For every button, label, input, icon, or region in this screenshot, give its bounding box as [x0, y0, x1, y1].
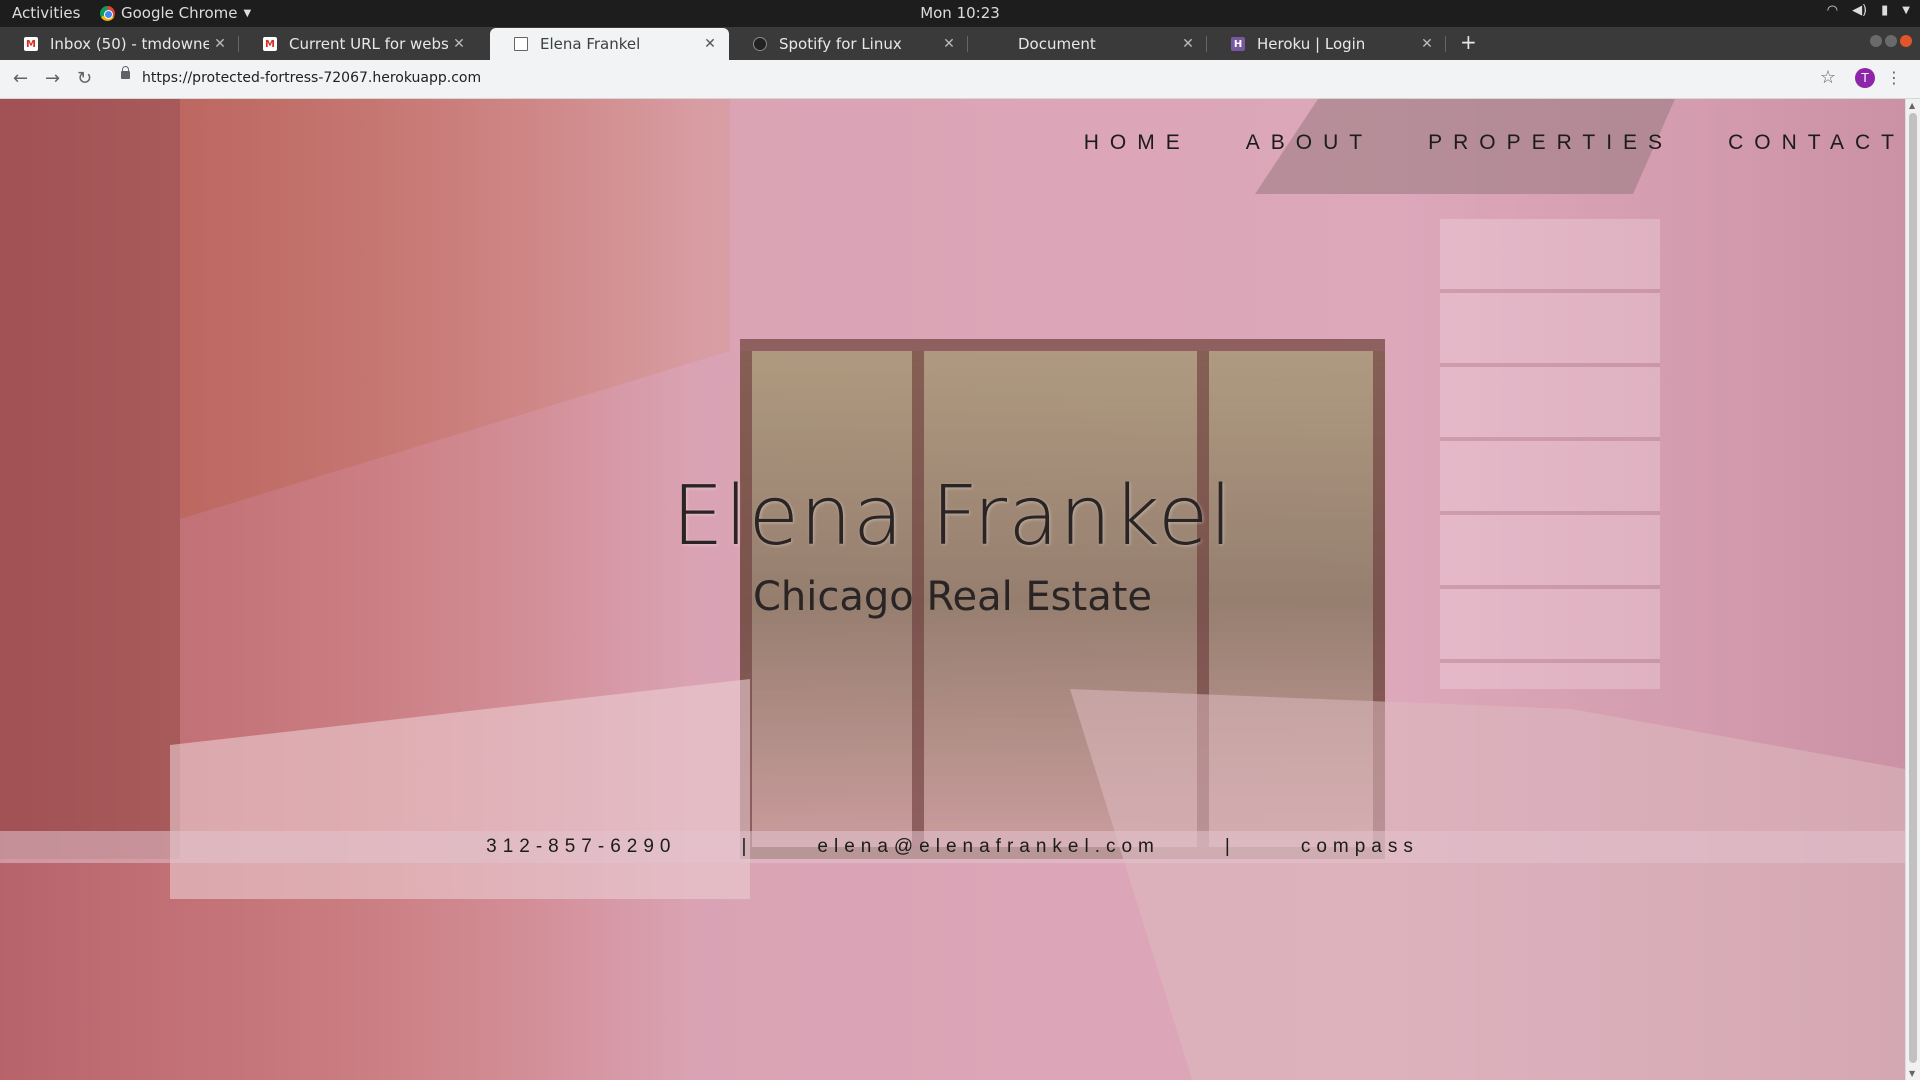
chrome-icon — [100, 5, 115, 21]
system-tray[interactable]: ◠ ◀) ▮ ▼ — [1827, 3, 1910, 18]
app-menu[interactable]: Google Chrome ▼ — [100, 4, 251, 22]
separator: | — [741, 836, 753, 857]
gmail-icon: M — [263, 37, 277, 51]
tab-current-url[interactable]: M Current URL for website - ✕ — [239, 28, 478, 60]
back-arrow-icon[interactable]: ← — [13, 68, 28, 89]
volume-icon: ◀) — [1852, 3, 1868, 18]
tab-title: Spotify for Linux — [779, 35, 902, 53]
wifi-icon: ◠ — [1826, 3, 1839, 18]
spotify-icon — [753, 37, 767, 51]
app-menu-label: Google Chrome — [121, 4, 238, 22]
background-counter-right — [1070, 689, 1905, 1080]
contact-bar: 312-857-6290 | elena@elenafrankel.com | … — [0, 831, 1905, 863]
clock[interactable]: Mon 10:23 — [0, 4, 1920, 22]
close-window-button[interactable] — [1900, 35, 1912, 47]
scrollbar-thumb[interactable] — [1909, 113, 1917, 1063]
caret-down-icon: ▼ — [1902, 5, 1910, 16]
close-icon[interactable]: ✕ — [938, 36, 960, 52]
tab-elena-frankel[interactable]: Elena Frankel ✕ — [490, 28, 729, 60]
tab-title: Heroku | Login — [1257, 35, 1366, 53]
tab-heroku[interactable]: H Heroku | Login ✕ — [1207, 28, 1446, 60]
scroll-up-icon[interactable]: ▲ — [1909, 101, 1915, 110]
tab-spotify[interactable]: Spotify for Linux ✕ — [729, 28, 968, 60]
caret-down-icon: ▼ — [243, 7, 252, 19]
separator: | — [1224, 836, 1236, 857]
tab-title: Current URL for website - — [289, 35, 448, 53]
close-icon[interactable]: ✕ — [1416, 36, 1438, 52]
gmail-icon: M — [24, 37, 38, 51]
email-link[interactable]: elena@elenafrankel.com — [817, 836, 1159, 858]
tab-title: Inbox (50) - tmdownes1@ — [50, 35, 209, 53]
background-upper-cabinets — [180, 99, 730, 519]
phone-number[interactable]: 312-857-6290 — [486, 836, 676, 858]
maximize-button[interactable] — [1885, 35, 1897, 47]
page-viewport: HOME ABOUT PROPERTIES CONTACT Elena Fran… — [0, 99, 1905, 1080]
page-scrollbar[interactable]: ▲ ▼ — [1905, 99, 1920, 1080]
profile-avatar[interactable]: T — [1855, 68, 1875, 88]
bookmark-star-icon[interactable]: ☆ — [1820, 67, 1836, 88]
close-icon[interactable]: ✕ — [448, 36, 470, 52]
lock-icon[interactable] — [121, 66, 130, 79]
tab-divider — [1445, 36, 1446, 52]
hero-subtitle: Chicago Real Estate — [752, 574, 1153, 620]
tab-inbox[interactable]: M Inbox (50) - tmdownes1@ ✕ — [0, 28, 239, 60]
tab-title: Elena Frankel — [540, 35, 641, 53]
scroll-down-icon[interactable]: ▼ — [1909, 1069, 1915, 1078]
document-icon — [514, 37, 528, 51]
tab-document[interactable]: Document ✕ — [968, 28, 1207, 60]
blank-document-icon — [992, 37, 1006, 51]
background-counter-left — [170, 679, 750, 899]
browser-toolbar: ← → ↻ https://protected-fortress-72067.h… — [0, 60, 1920, 99]
nav-contact[interactable]: CONTACT — [1728, 131, 1905, 155]
nav-home[interactable]: HOME — [1084, 131, 1191, 155]
company-link[interactable]: compass — [1301, 836, 1419, 858]
heroku-icon: H — [1231, 37, 1245, 51]
system-top-bar: Activities Google Chrome ▼ Mon 10:23 ◠ ◀… — [0, 0, 1920, 27]
battery-icon: ▮ — [1881, 3, 1889, 18]
nav-about[interactable]: ABOUT — [1246, 131, 1373, 155]
forward-arrow-icon[interactable]: → — [45, 68, 60, 89]
reload-icon[interactable]: ↻ — [77, 68, 92, 89]
window-controls — [1870, 35, 1912, 47]
close-icon[interactable]: ✕ — [699, 36, 721, 52]
address-bar[interactable]: https://protected-fortress-72067.herokua… — [142, 70, 481, 86]
menu-kebab-icon[interactable]: ⋮ — [1886, 68, 1902, 87]
main-nav: HOME ABOUT PROPERTIES CONTACT — [1084, 131, 1905, 155]
tab-strip: M Inbox (50) - tmdownes1@ ✕ M Current UR… — [0, 27, 1920, 60]
hero-title: Elena Frankel — [671, 469, 1234, 564]
new-tab-button[interactable]: + — [1460, 30, 1477, 54]
close-icon[interactable]: ✕ — [209, 36, 231, 52]
activities-button[interactable]: Activities — [12, 4, 80, 22]
close-icon[interactable]: ✕ — [1177, 36, 1199, 52]
nav-properties[interactable]: PROPERTIES — [1428, 131, 1673, 155]
tab-title: Document — [1018, 35, 1096, 53]
minimize-button[interactable] — [1870, 35, 1882, 47]
